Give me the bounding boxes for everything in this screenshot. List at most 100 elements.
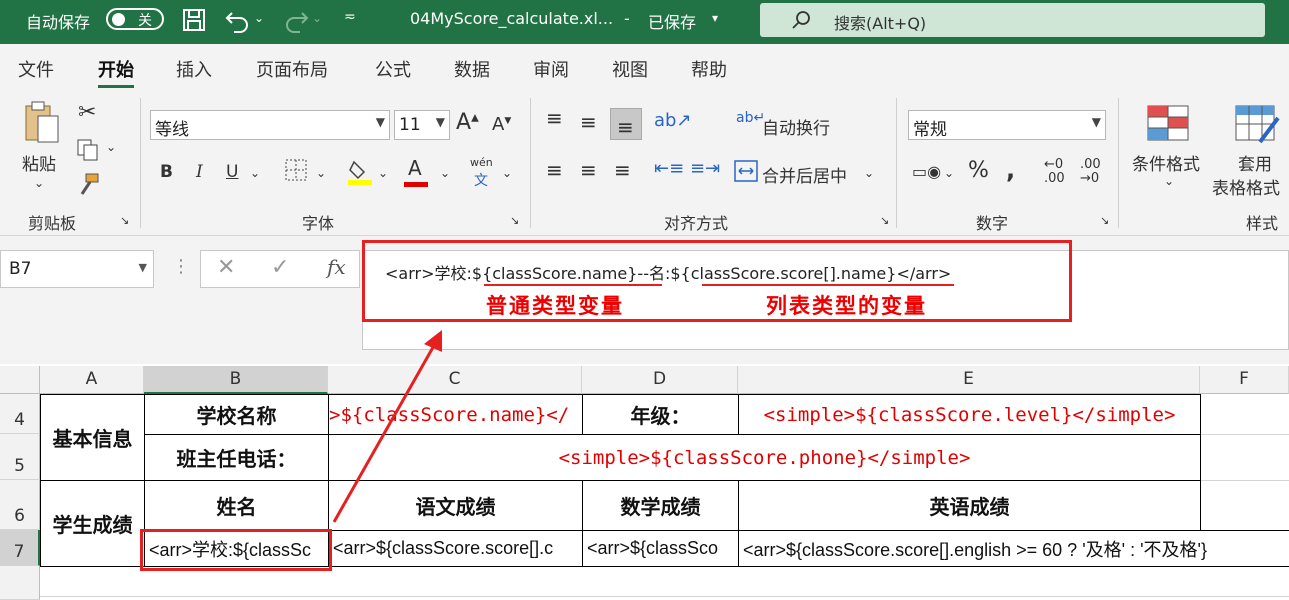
cell-b5[interactable]: 班主任电话： xyxy=(144,434,329,481)
cell-c7[interactable]: <arr>${classScore.score[].c xyxy=(328,530,583,567)
cell-a4[interactable]: 基本信息 xyxy=(40,394,145,481)
conditional-format-label[interactable]: 条件格式 xyxy=(1132,150,1200,175)
cell-b4[interactable]: 学校名称 xyxy=(144,394,329,435)
format-as-table-label-1[interactable]: 套用 xyxy=(1238,150,1272,175)
enter-icon[interactable]: ✓ xyxy=(271,255,289,280)
cell-b6[interactable]: 姓名 xyxy=(144,480,329,531)
align-right-icon[interactable]: ≡ xyxy=(614,158,631,182)
tab-file[interactable]: 文件 xyxy=(18,56,54,82)
name-box[interactable]: B7 ▼ xyxy=(0,250,154,288)
cell-e6[interactable]: 英语成绩 xyxy=(738,480,1201,531)
increase-decimal-icon[interactable]: ←0.00 xyxy=(1044,158,1065,186)
font-color-icon[interactable]: A xyxy=(408,156,422,180)
save-status[interactable]: 已保存 xyxy=(648,9,696,33)
column-header-f[interactable]: F xyxy=(1200,366,1289,394)
cell-a6[interactable]: 学生成绩 xyxy=(40,480,145,567)
row-header-8[interactable] xyxy=(0,566,40,600)
wrap-text-icon[interactable]: ab↵ xyxy=(736,110,765,126)
row-header-5[interactable]: 5 xyxy=(0,434,40,480)
insert-function-icon[interactable]: fx xyxy=(327,255,346,279)
paste-icon[interactable] xyxy=(22,100,62,146)
tab-review[interactable]: 审阅 xyxy=(533,56,569,82)
borders-dropdown-icon[interactable]: ⌄ xyxy=(316,166,326,180)
align-middle-icon[interactable]: ≡ xyxy=(580,110,597,134)
select-all-corner[interactable] xyxy=(0,366,40,394)
undo-icon[interactable] xyxy=(224,7,252,33)
paste-dropdown-icon[interactable]: ⌄ xyxy=(34,176,44,190)
tab-home[interactable]: 开始 xyxy=(98,56,134,88)
fill-color-dropdown-icon[interactable]: ⌄ xyxy=(378,166,388,180)
phonetic-bottom[interactable]: 文 xyxy=(474,170,488,190)
increase-font-size-icon[interactable]: A▲ xyxy=(456,110,479,135)
orientation-icon[interactable]: ab↗ xyxy=(654,110,692,131)
tab-formulas[interactable]: 公式 xyxy=(375,56,411,82)
align-top-icon[interactable]: ≡ xyxy=(546,106,563,130)
cell-e7[interactable]: <arr>${classScore.score[].english >= 60 … xyxy=(738,530,1289,567)
format-as-table-label-2[interactable]: 表格格式 xyxy=(1212,174,1280,199)
name-box-dropdown-icon[interactable]: ▼ xyxy=(139,261,147,274)
format-as-table-icon[interactable] xyxy=(1234,104,1280,144)
format-painter-icon[interactable] xyxy=(76,172,100,196)
increase-indent-icon[interactable]: ≡⇥ xyxy=(690,158,720,179)
search-box[interactable]: 搜索(Alt+Q) xyxy=(760,3,1265,37)
copy-icon[interactable] xyxy=(76,138,100,162)
accounting-format-icon[interactable]: ▭◉ xyxy=(912,162,941,181)
cell-d7[interactable]: <arr>${classSco xyxy=(582,530,739,567)
tab-data[interactable]: 数据 xyxy=(454,56,490,82)
cut-icon[interactable]: ✂ xyxy=(78,100,96,125)
cell-e4[interactable]: <simple>${classScore.level}</simple> xyxy=(738,394,1201,435)
font-size-select[interactable]: 11 ▼ xyxy=(394,110,450,140)
accounting-dropdown-icon[interactable]: ⌄ xyxy=(944,166,954,180)
tab-view[interactable]: 视图 xyxy=(612,56,648,82)
italic-icon[interactable]: I xyxy=(196,162,203,182)
row-header-6[interactable]: 6 xyxy=(0,480,40,530)
phonetic-dropdown-icon[interactable]: ⌄ xyxy=(502,166,512,180)
undo-dropdown-icon[interactable]: ⌄ xyxy=(254,11,264,25)
column-header-b[interactable]: B xyxy=(144,366,328,394)
decrease-font-size-icon[interactable]: A▼ xyxy=(492,114,511,135)
column-header-d[interactable]: D xyxy=(582,366,738,394)
conditional-format-icon[interactable] xyxy=(1146,104,1190,144)
conditional-format-dropdown-icon[interactable]: ⌄ xyxy=(1164,174,1174,188)
save-icon[interactable] xyxy=(182,8,206,32)
font-color-dropdown-icon[interactable]: ⌄ xyxy=(440,166,450,180)
align-left-icon[interactable]: ≡ xyxy=(546,158,563,182)
merge-dropdown-icon[interactable]: ⌄ xyxy=(864,166,874,180)
number-launcher-icon[interactable]: ↘ xyxy=(1100,214,1109,227)
decrease-decimal-icon[interactable]: .00 →0 xyxy=(1080,158,1101,186)
align-bottom-button[interactable]: ≡ xyxy=(610,108,642,140)
merge-center-icon[interactable] xyxy=(734,160,758,182)
underline-dropdown-icon[interactable]: ⌄ xyxy=(250,166,260,180)
clipboard-launcher-icon[interactable]: ↘ xyxy=(120,214,129,227)
number-format-select[interactable]: 常规 ▼ xyxy=(908,110,1106,140)
underline-icon[interactable]: U xyxy=(226,162,238,182)
bold-icon[interactable]: B xyxy=(160,162,173,182)
tab-page-layout[interactable]: 页面布局 xyxy=(256,56,328,82)
borders-icon[interactable] xyxy=(284,158,310,184)
row-header-4[interactable]: 4 xyxy=(0,394,40,434)
tab-insert[interactable]: 插入 xyxy=(176,56,212,82)
separator-dash: - xyxy=(624,9,630,28)
tab-help[interactable]: 帮助 xyxy=(691,56,727,82)
font-name-select[interactable]: 等线 ▼ xyxy=(150,110,390,140)
percent-icon[interactable]: % xyxy=(968,158,989,183)
font-launcher-icon[interactable]: ↘ xyxy=(510,214,519,227)
column-header-e[interactable]: E xyxy=(738,366,1200,394)
cancel-icon[interactable]: ✕ xyxy=(217,255,235,280)
save-status-dropdown-icon[interactable]: ▾ xyxy=(712,11,718,25)
copy-dropdown-icon[interactable]: ⌄ xyxy=(106,140,116,154)
row-header-7[interactable]: 7 xyxy=(0,530,40,566)
alignment-launcher-icon[interactable]: ↘ xyxy=(880,214,889,227)
merge-center-label[interactable]: 合并后居中 xyxy=(762,162,847,187)
comma-style-icon[interactable]: , xyxy=(1006,156,1015,184)
column-header-a[interactable]: A xyxy=(40,366,144,394)
decrease-indent-icon[interactable]: ⇤≡ xyxy=(654,158,684,179)
align-center-icon[interactable]: ≡ xyxy=(580,158,597,182)
paste-label[interactable]: 粘贴 xyxy=(22,150,56,175)
customize-toolbar-icon[interactable]: ≂ xyxy=(344,9,356,25)
autosave-toggle[interactable]: 关 xyxy=(106,8,164,30)
cell-d4[interactable]: 年级： xyxy=(582,394,739,435)
fill-color-icon[interactable] xyxy=(346,158,374,186)
cell-d6[interactable]: 数学成绩 xyxy=(582,480,739,531)
wrap-text-label[interactable]: 自动换行 xyxy=(762,114,830,139)
